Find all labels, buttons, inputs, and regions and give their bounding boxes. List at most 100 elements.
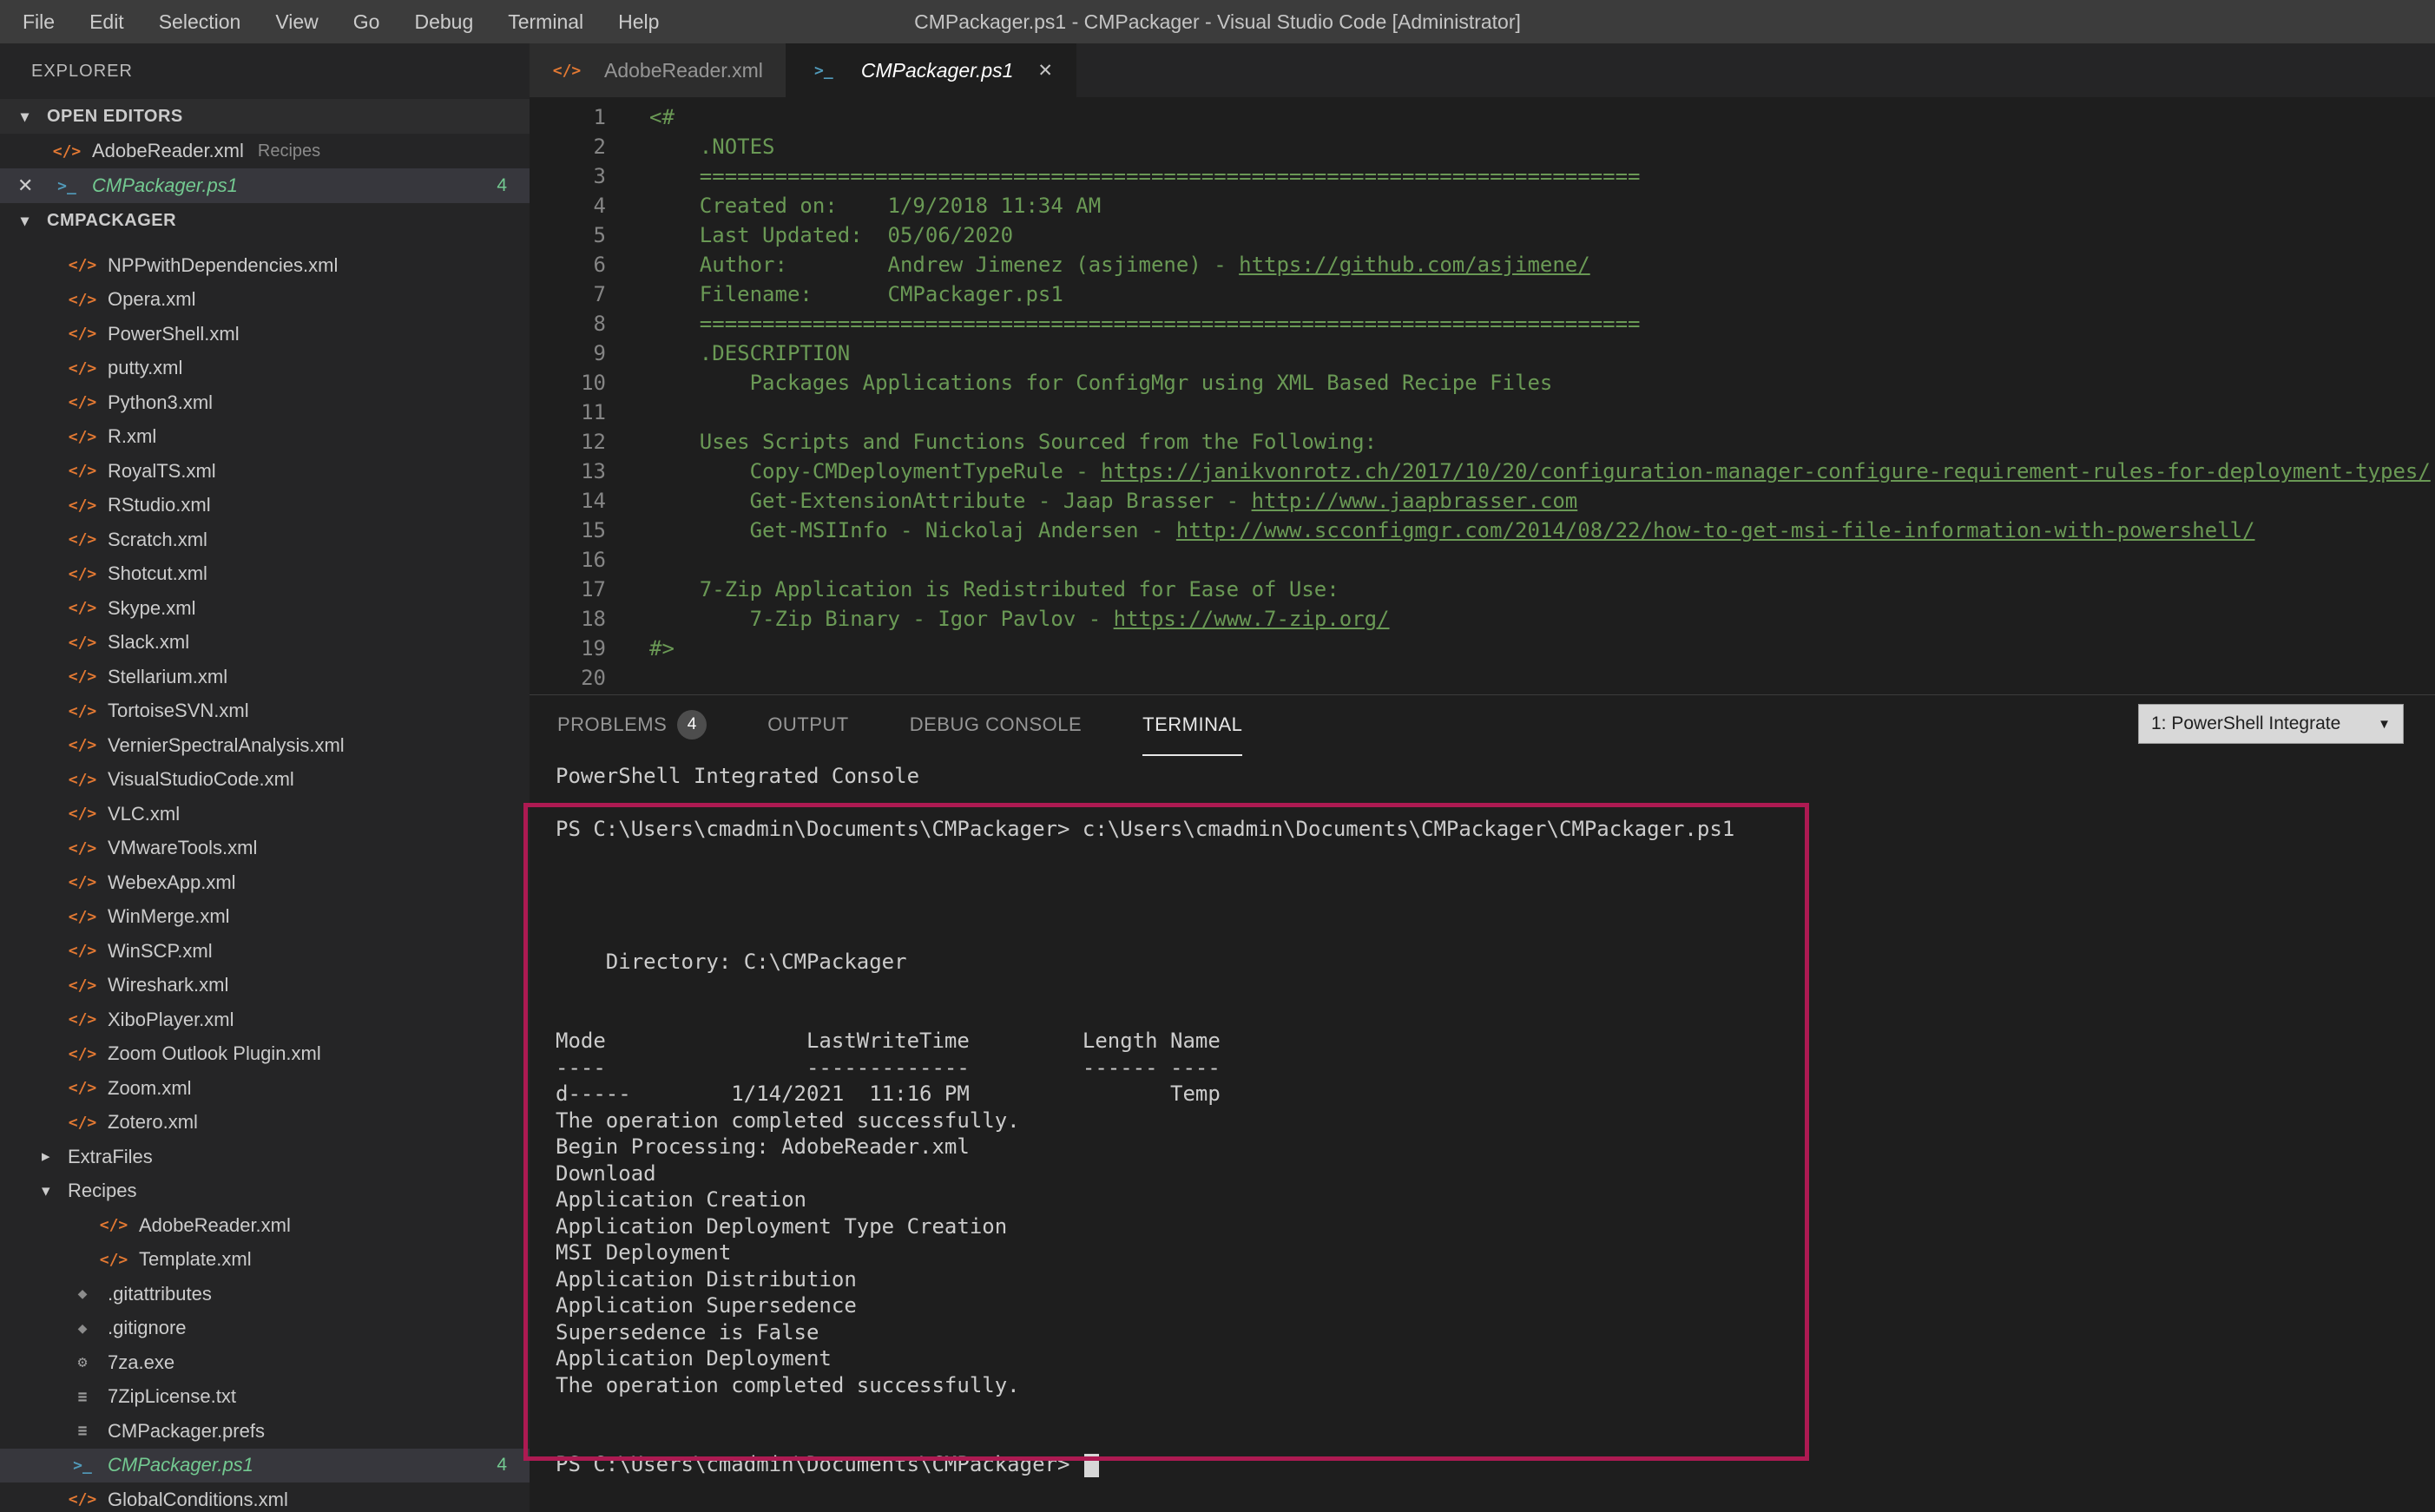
terminal-line: Application Deployment [556,1345,2435,1372]
terminal-line: Download [556,1160,2435,1187]
open-editor-item[interactable]: ✕>_CMPackager.ps14 [0,168,530,203]
code-editor[interactable]: 1<#2 .NOTES3 ===========================… [530,97,2435,694]
file-label: VernierSpectralAnalysis.xml [108,734,345,757]
file-item[interactable]: </>Slack.xml [0,626,530,661]
panel-tab-label: OUTPUT [767,713,848,736]
menu-view[interactable]: View [258,0,335,43]
file-item[interactable]: </>Wireshark.xml [0,969,530,1003]
file-label: Python3.xml [108,391,213,414]
file-item[interactable]: </>VMwareTools.xml [0,832,530,866]
xml-file-icon: </> [68,530,97,549]
code-text [606,545,649,575]
file-item[interactable]: >_CMPackager.ps14 [0,1449,530,1483]
workbench: EXPLORER ▾ OPEN EDITORS </>AdobeReader.x… [0,43,2435,1512]
file-item[interactable]: </>Zoom.xml [0,1071,530,1106]
comment-text: Created on: 1/9/2018 11:34 AM [649,194,1101,218]
file-item[interactable]: </>R.xml [0,420,530,455]
line-number: 10 [530,368,606,398]
open-editors-section-header[interactable]: ▾ OPEN EDITORS [0,99,530,134]
file-item[interactable]: </>VernierSpectralAnalysis.xml [0,728,530,763]
line-number: 5 [530,220,606,250]
menu-edit[interactable]: Edit [72,0,141,43]
menu-go[interactable]: Go [336,0,398,43]
comment-link[interactable]: https://github.com/asjimene/ [1239,253,1590,277]
panel-tab-terminal[interactable]: TERMINAL [1142,695,1242,756]
file-item[interactable]: </>Shotcut.xml [0,557,530,592]
xml-file-icon: </> [68,1114,97,1132]
xml-file-icon: </> [68,325,97,343]
folder-item[interactable]: ▸ExtraFiles [0,1140,530,1174]
file-item[interactable]: </>putty.xml [0,352,530,386]
file-item[interactable]: </>WinMerge.xml [0,900,530,935]
file-item[interactable]: </>TortoiseSVN.xml [0,694,530,729]
menu-terminal[interactable]: Terminal [490,0,601,43]
menu-help[interactable]: Help [601,0,676,43]
editor-line: 17 7-Zip Application is Redistributed fo… [530,575,2435,604]
file-item[interactable]: </>VisualStudioCode.xml [0,763,530,798]
file-item[interactable]: </>Skype.xml [0,591,530,626]
file-item[interactable]: </>Python3.xml [0,385,530,420]
panel-tab-problems[interactable]: PROBLEMS4 [557,695,707,756]
terminal-selector-dropdown[interactable]: 1: PowerShell Integrate ▼ [2138,704,2404,744]
terminal-line: PS C:\Users\cmadmin\Documents\CMPackager… [556,1451,2435,1478]
menu-bar: FileEditSelectionViewGoDebugTerminalHelp [0,0,676,43]
panel-tab-output[interactable]: OUTPUT [767,695,848,756]
file-item[interactable]: </>VLC.xml [0,797,530,832]
file-item[interactable]: </>Scratch.xml [0,523,530,557]
file-item[interactable]: </>Template.xml [0,1243,530,1278]
menu-selection[interactable]: Selection [141,0,259,43]
file-item[interactable]: </>Opera.xml [0,283,530,318]
file-item[interactable]: </>PowerShell.xml [0,317,530,352]
xml-file-icon: </> [68,839,97,858]
panel-tab-label: DEBUG CONSOLE [910,713,1082,736]
open-editor-item[interactable]: </>AdobeReader.xmlRecipes [0,134,530,168]
file-item[interactable]: ◆.gitignore [0,1311,530,1346]
code-text: Uses Scripts and Functions Sourced from … [606,427,1377,457]
file-item[interactable]: </>GlobalConditions.xml [0,1482,530,1512]
folder-section-header[interactable]: ▾ CMPACKAGER [0,203,530,238]
comment-link[interactable]: https://www.7-zip.org/ [1114,607,1390,631]
comment-link[interactable]: http://www.scconfigmgr.com/2014/08/22/ho… [1176,518,2255,542]
file-item[interactable]: </>RStudio.xml [0,489,530,523]
terminal-line [556,975,2435,1002]
file-item[interactable]: </>Zoom Outlook Plugin.xml [0,1037,530,1072]
file-label: ExtraFiles [68,1146,153,1168]
file-item[interactable]: ≡7ZipLicense.txt [0,1380,530,1415]
file-item[interactable]: </>XiboPlayer.xml [0,1003,530,1037]
menu-debug[interactable]: Debug [397,0,490,43]
powershell-file-icon: >_ [809,62,839,80]
menu-file[interactable]: File [5,0,72,43]
editor-line: 16 [530,545,2435,575]
editor-line: 7 Filename: CMPackager.ps1 [530,279,2435,309]
editor-tab[interactable]: </>AdobeReader.xml [530,43,786,97]
comment-link[interactable]: https://janikvonrotz.ch/2017/10/20/confi… [1101,459,2431,483]
file-item[interactable]: ◆.gitattributes [0,1277,530,1311]
comment-text: #> [649,636,675,661]
xml-file-icon: </> [68,1490,97,1509]
file-item[interactable]: </>NPPwithDependencies.xml [0,248,530,283]
file-item[interactable]: </>RoyalTS.xml [0,454,530,489]
xml-file-icon: </> [68,873,97,891]
close-icon[interactable]: ✕ [1037,60,1053,82]
folder-item[interactable]: ▾Recipes [0,1174,530,1209]
comment-link[interactable]: http://www.jaapbrasser.com [1252,489,1578,513]
editor-tab[interactable]: >_CMPackager.ps1✕ [786,43,1076,97]
file-item[interactable]: </>WinSCP.xml [0,934,530,969]
editor-area: </>AdobeReader.xml>_CMPackager.ps1✕ 1<#2… [530,43,2435,1512]
panel-tab-debug-console[interactable]: DEBUG CONSOLE [910,695,1082,756]
powershell-file-icon: >_ [52,177,82,195]
file-item[interactable]: </>WebexApp.xml [0,865,530,900]
file-item[interactable]: ≡CMPackager.prefs [0,1414,530,1449]
file-item[interactable]: </>Zotero.xml [0,1106,530,1141]
close-icon[interactable]: ✕ [17,174,52,197]
line-number: 17 [530,575,606,604]
code-text: Created on: 1/9/2018 11:34 AM [606,191,1101,220]
file-item[interactable]: </>AdobeReader.xml [0,1208,530,1243]
file-item[interactable]: ⚙7za.exe [0,1345,530,1380]
terminal-output[interactable]: PowerShell Integrated ConsolePS C:\Users… [530,756,2435,1478]
file-label: Zoom.xml [108,1077,192,1100]
xml-file-icon: </> [68,942,97,960]
file-label: Skype.xml [108,597,195,620]
file-label: Zoom Outlook Plugin.xml [108,1042,321,1065]
file-item[interactable]: </>Stellarium.xml [0,660,530,694]
